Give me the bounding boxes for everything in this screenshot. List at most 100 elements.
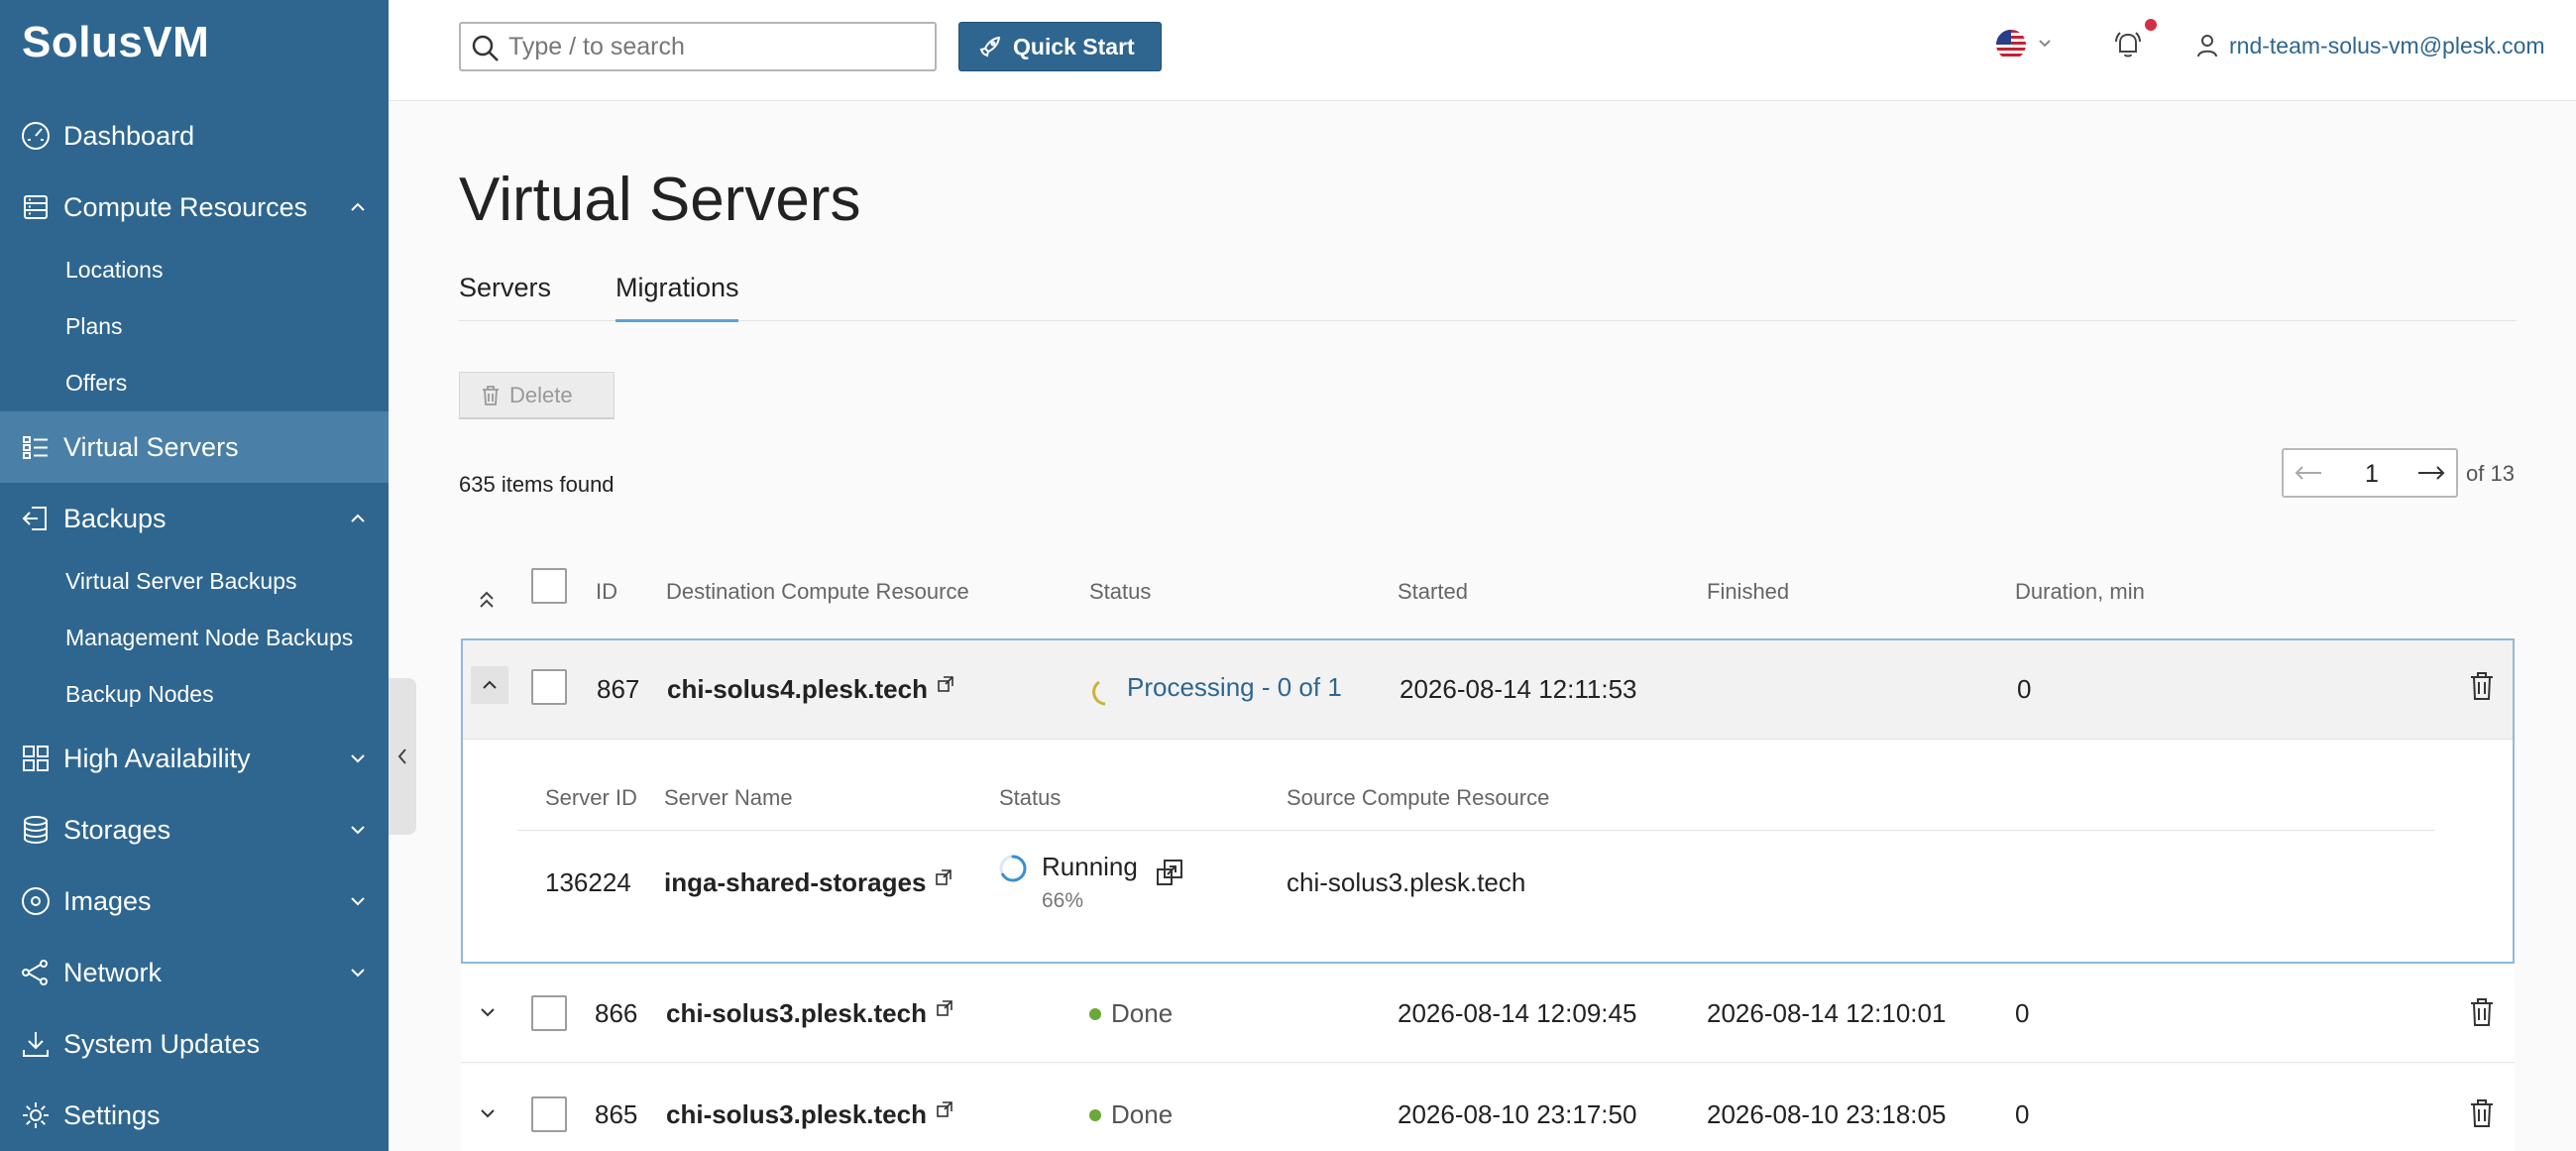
- row-id: 866: [595, 998, 638, 1028]
- spinner-icon: [1092, 680, 1106, 706]
- sidebar-item-management-node-backups[interactable]: Management Node Backups: [65, 625, 353, 651]
- progress-spinner-icon: [999, 855, 1027, 882]
- sidebar-item-images[interactable]: Images: [0, 865, 389, 937]
- page-total: of 13: [2466, 461, 2515, 486]
- items-found-count: 635 items found: [459, 472, 615, 497]
- user-icon: [2197, 35, 2217, 58]
- sidebar-item-label: Virtual Servers: [63, 431, 239, 462]
- trash-icon[interactable]: [2469, 670, 2495, 702]
- destination-link[interactable]: chi-solus3.plesk.tech: [666, 998, 927, 1028]
- destination-link[interactable]: chi-solus3.plesk.tech: [666, 1099, 927, 1129]
- row-collapse-button[interactable]: [471, 666, 508, 704]
- search-input[interactable]: [508, 30, 925, 63]
- tab-migrations[interactable]: Migrations: [616, 273, 739, 303]
- delete-label: Delete: [509, 382, 573, 407]
- table-row[interactable]: 867 chi-solus4.plesk.tech Processing - 0…: [463, 640, 2513, 740]
- row-started: 2026-08-10 23:17:50: [1398, 1099, 1637, 1129]
- sidebar-item-label: Settings: [63, 1099, 161, 1130]
- language-flag-icon[interactable]: [1996, 30, 2026, 59]
- notification-badge: [2145, 19, 2157, 31]
- chevron-down-icon: [351, 969, 365, 978]
- external-link-icon[interactable]: [936, 869, 952, 885]
- select-all-checkbox[interactable]: [531, 568, 567, 604]
- column-header-destination: Destination Compute Resource: [666, 579, 969, 604]
- server-icon: [24, 195, 48, 219]
- chevron-up-icon: [483, 680, 497, 689]
- sidebar-item-backups[interactable]: Backups: [0, 483, 389, 554]
- row-started: 2026-08-14 12:09:45: [1398, 998, 1637, 1028]
- sidebar-item-offers[interactable]: Offers: [65, 370, 127, 397]
- sub-column-header-server-name: Server Name: [664, 785, 793, 810]
- user-email-link[interactable]: rnd-team-solus-vm@plesk.com: [2229, 33, 2545, 59]
- chevron-down-icon: [351, 897, 365, 906]
- destination-link[interactable]: chi-solus4.plesk.tech: [667, 674, 928, 704]
- page-title: Virtual Servers: [459, 166, 861, 234]
- row-status-label: Done: [1111, 1099, 1174, 1129]
- database-icon: [24, 816, 48, 845]
- external-link-icon[interactable]: [938, 676, 953, 692]
- trash-icon[interactable]: [2469, 996, 2495, 1028]
- row-checkbox[interactable]: [531, 995, 567, 1031]
- chevron-up-icon: [351, 514, 365, 522]
- sidebar-item-label: Images: [63, 885, 152, 916]
- search-box[interactable]: [459, 22, 937, 71]
- sub-row-status: Running: [1042, 852, 1138, 881]
- sidebar-item-virtual-servers[interactable]: Virtual Servers: [0, 411, 389, 483]
- table-row[interactable]: 865 chi-solus3.plesk.tech Done 2026-08-1…: [461, 1065, 2515, 1151]
- table-row[interactable]: 866 chi-solus3.plesk.tech Done 2026-08-1…: [461, 964, 2515, 1063]
- chevron-down-icon[interactable]: [2037, 38, 2053, 50]
- app-logo: SolusVM: [22, 18, 210, 66]
- sidebar-item-label: Backups: [63, 503, 167, 533]
- sidebar-item-settings[interactable]: Settings: [0, 1080, 389, 1151]
- quick-start-button[interactable]: Quick Start: [958, 22, 1162, 71]
- sidebar-item-network[interactable]: Network: [0, 937, 389, 1008]
- sidebar-item-label: Network: [63, 957, 163, 987]
- server-name-link[interactable]: inga-shared-storages: [664, 867, 926, 897]
- chevron-down-icon[interactable]: [479, 1005, 497, 1019]
- sidebar-item-system-updates[interactable]: System Updates: [0, 1008, 389, 1080]
- row-checkbox[interactable]: [531, 1096, 567, 1132]
- arrow-right-icon[interactable]: [2416, 464, 2446, 482]
- chevron-down-icon[interactable]: [479, 1106, 497, 1120]
- gauge-icon: [22, 122, 50, 150]
- tabs-divider: [459, 320, 2516, 321]
- delete-button[interactable]: Delete: [459, 372, 615, 419]
- grid-icon: [23, 746, 49, 771]
- trash-icon[interactable]: [2469, 1097, 2495, 1129]
- row-finished: 2026-08-14 12:10:01: [1707, 998, 1947, 1028]
- sidebar-item-label: Compute Resources: [63, 191, 308, 222]
- collapse-all-icon[interactable]: [477, 589, 497, 611]
- row-checkbox[interactable]: [531, 669, 567, 705]
- sidebar-collapse-button[interactable]: [389, 678, 416, 835]
- sidebar: SolusVM Dashboard Compute Resources Loca…: [0, 0, 389, 1151]
- row-destination: chi-solus3.plesk.tech: [666, 1099, 952, 1130]
- sidebar-item-dashboard[interactable]: Dashboard: [0, 100, 389, 172]
- sub-column-header-status: Status: [999, 785, 1062, 810]
- column-header-id: ID: [596, 579, 617, 604]
- chevron-down-icon: [351, 826, 365, 835]
- column-header-started: Started: [1398, 579, 1468, 604]
- sidebar-item-backup-nodes[interactable]: Backup Nodes: [65, 681, 214, 708]
- sub-row-server-id: 136224: [545, 867, 631, 897]
- row-duration: 0: [2017, 674, 2032, 704]
- disc-icon: [22, 887, 50, 915]
- external-link-icon[interactable]: [937, 1000, 952, 1016]
- sidebar-item-plans[interactable]: Plans: [65, 313, 123, 340]
- sidebar-item-storages[interactable]: Storages: [0, 794, 389, 865]
- external-link-icon[interactable]: [937, 1101, 952, 1117]
- rocket-icon: [979, 36, 1001, 58]
- sidebar-item-label: Dashboard: [63, 120, 195, 151]
- sidebar-item-compute-resources[interactable]: Compute Resources: [0, 172, 389, 243]
- sidebar-item-locations[interactable]: Locations: [65, 257, 163, 284]
- sidebar-item-high-availability[interactable]: High Availability: [0, 723, 389, 794]
- open-console-icon[interactable]: [1155, 858, 1184, 887]
- tab-servers[interactable]: Servers: [459, 273, 551, 303]
- chevron-up-icon: [351, 202, 365, 211]
- row-status[interactable]: Processing - 0 of 1: [1127, 672, 1342, 703]
- chevron-down-icon: [351, 754, 365, 763]
- trash-icon: [483, 385, 499, 405]
- sidebar-item-virtual-server-backups[interactable]: Virtual Server Backups: [65, 568, 297, 595]
- notification-bell-icon[interactable]: [2111, 28, 2145, 61]
- column-header-status: Status: [1089, 579, 1152, 604]
- row-status: Done: [1089, 1099, 1173, 1130]
